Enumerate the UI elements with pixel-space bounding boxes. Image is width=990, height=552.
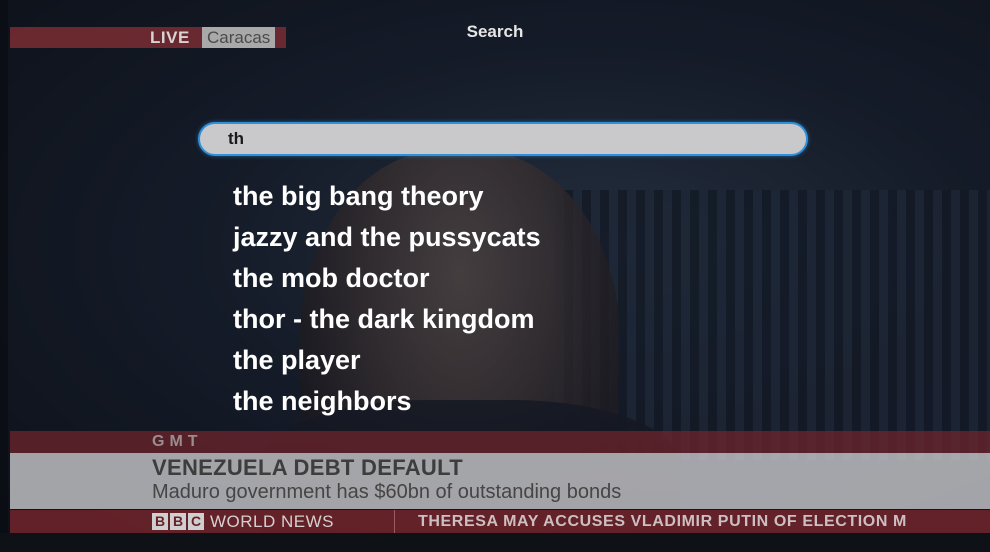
suggestion-item[interactable]: the neighbors bbox=[233, 381, 541, 422]
search-input[interactable] bbox=[228, 124, 788, 154]
news-subheadline: Maduro government has $60bn of outstandi… bbox=[152, 481, 622, 503]
suggestion-item[interactable]: the mob doctor bbox=[233, 258, 541, 299]
suggestion-list: the big bang theory jazzy and the pussyc… bbox=[233, 176, 541, 422]
tv-screen: LIVE Caracas Search the big bang theory … bbox=[0, 0, 990, 552]
news-ticker: THERESA MAY ACCUSES VLADIMIR PUTIN OF EL… bbox=[418, 513, 907, 530]
suggestion-item[interactable]: jazzy and the pussycats bbox=[233, 217, 541, 258]
screen-bottom-edge bbox=[0, 533, 990, 552]
bbc-logo: B B C bbox=[152, 513, 204, 530]
news-headline: VENEZUELA DEBT DEFAULT bbox=[152, 455, 463, 480]
ticker-divider bbox=[394, 510, 395, 533]
channel-name: WORLD NEWS bbox=[210, 512, 334, 531]
bbc-logo-letter: C bbox=[188, 513, 204, 530]
suggestion-item[interactable]: the big bang theory bbox=[233, 176, 541, 217]
search-box[interactable] bbox=[198, 122, 808, 156]
gmt-label: GMT bbox=[152, 433, 203, 450]
suggestion-item[interactable]: thor - the dark kingdom bbox=[233, 299, 541, 340]
suggestion-item[interactable]: the player bbox=[233, 340, 541, 381]
bbc-logo-letter: B bbox=[170, 513, 186, 530]
bbc-logo-letter: B bbox=[152, 513, 168, 530]
page-title: Search bbox=[466, 22, 524, 41]
